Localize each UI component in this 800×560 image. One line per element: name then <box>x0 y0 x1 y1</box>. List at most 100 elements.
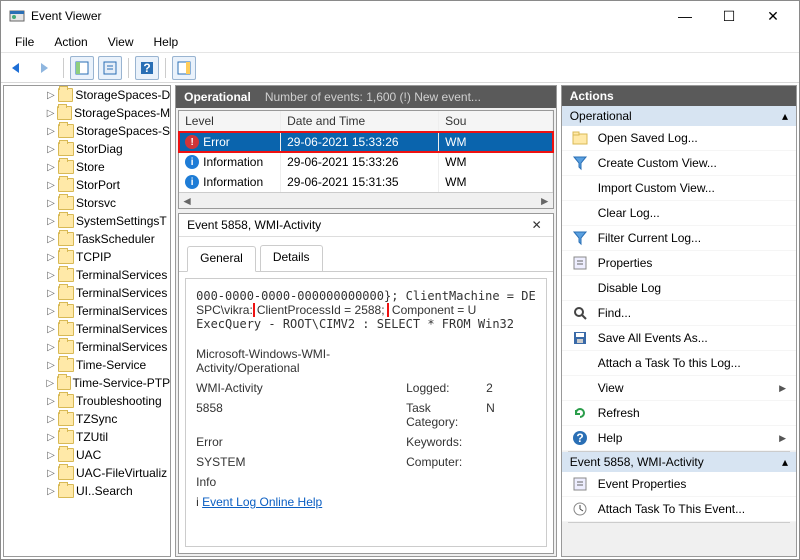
menu-view[interactable]: View <box>98 33 144 51</box>
tree-item[interactable]: ▷ UAC-FileVirtualiz <box>4 464 170 482</box>
blank-icon <box>572 280 588 296</box>
action-item[interactable]: ? Help ▶ <box>562 426 796 451</box>
event-row[interactable]: iInformation 29-06-2021 15:33:26 WM <box>179 152 553 172</box>
expand-icon[interactable]: ▷ <box>46 108 55 119</box>
event-log-online-help-link[interactable]: Event Log Online Help <box>202 495 322 509</box>
tree-item[interactable]: ▷ Time-Service <box>4 356 170 374</box>
expand-icon[interactable]: ▷ <box>46 198 56 209</box>
actions-section-header[interactable]: Operational▴ <box>562 106 796 126</box>
action-item[interactable]: Save All Events As... <box>562 326 796 351</box>
tree-item[interactable]: ▷ Troubleshooting <box>4 392 170 410</box>
expand-icon[interactable]: ▷ <box>46 180 56 191</box>
detail-close-button[interactable]: ✕ <box>529 218 545 232</box>
action-item[interactable]: Properties <box>562 251 796 276</box>
minimize-button[interactable]: — <box>663 2 707 30</box>
expand-icon[interactable]: ▷ <box>46 432 56 443</box>
expand-icon[interactable]: ▷ <box>46 324 56 335</box>
action-label: Properties <box>598 256 764 270</box>
action-item[interactable]: Refresh <box>562 401 796 426</box>
menu-file[interactable]: File <box>5 33 44 51</box>
tree-item[interactable]: ▷ Storsvc <box>4 194 170 212</box>
event-detail-panel: Event 5858, WMI-Activity ✕ General Detai… <box>178 213 554 554</box>
events-pane: Operational Number of events: 1,600 (!) … <box>175 85 557 557</box>
expand-icon[interactable]: ▷ <box>46 468 56 479</box>
scroll-right-icon[interactable]: ► <box>537 193 553 209</box>
actions-section-header[interactable]: Event 5858, WMI-Activity▴ <box>562 452 796 472</box>
tab-general[interactable]: General <box>187 246 256 272</box>
tree-item[interactable]: ▷ TerminalServices <box>4 284 170 302</box>
expand-icon[interactable]: ▷ <box>46 486 56 497</box>
tree-item[interactable]: ▷ StorageSpaces-S <box>4 122 170 140</box>
tree-item[interactable]: ▷ TerminalServices <box>4 338 170 356</box>
expand-icon[interactable]: ▷ <box>46 162 56 173</box>
tree-item[interactable]: ▷ TCPIP <box>4 248 170 266</box>
detail-field-row: Microsoft-Windows-WMI-Activity/Operation… <box>196 347 536 375</box>
expand-icon[interactable]: ▷ <box>46 306 56 317</box>
column-level[interactable]: Level <box>179 111 281 131</box>
action-item[interactable]: Disable Log <box>562 276 796 301</box>
back-button[interactable] <box>5 56 29 80</box>
tree-item[interactable]: ▷ UAC <box>4 446 170 464</box>
action-item[interactable]: Clear Log... <box>562 201 796 226</box>
tree-item[interactable]: ▷ StorageSpaces-M <box>4 104 170 122</box>
expand-icon[interactable]: ▷ <box>46 414 56 425</box>
expand-icon[interactable]: ▷ <box>46 360 56 371</box>
action-item[interactable]: View ▶ <box>562 376 796 401</box>
expand-icon[interactable]: ▷ <box>46 396 56 407</box>
help-toolbar-button[interactable]: ? <box>135 56 159 80</box>
tree-item[interactable]: ▷ SystemSettingsT <box>4 212 170 230</box>
menu-help[interactable]: Help <box>144 33 189 51</box>
tree-item[interactable]: ▷ Store <box>4 158 170 176</box>
expand-icon[interactable]: ▷ <box>46 126 56 137</box>
action-item[interactable]: Attach Task To This Event... <box>562 497 796 522</box>
tree-item[interactable]: ▷ TZSync <box>4 410 170 428</box>
tree-item[interactable]: ▷ TZUtil <box>4 428 170 446</box>
close-button[interactable]: ✕ <box>751 2 795 30</box>
forward-button[interactable] <box>33 56 57 80</box>
tab-details[interactable]: Details <box>260 245 323 271</box>
events-grid[interactable]: Level Date and Time Sou !Error 29-06-202… <box>178 110 554 209</box>
tree-item-label: TerminalServices <box>76 268 167 282</box>
action-item[interactable]: Filter Current Log... <box>562 226 796 251</box>
action-label: Disable Log <box>598 281 764 295</box>
tree-item[interactable]: ▷ UI..Search <box>4 482 170 500</box>
event-row[interactable]: !Error 29-06-2021 15:33:26 WM <box>179 132 553 152</box>
action-pane-toggle[interactable] <box>172 56 196 80</box>
scroll-left-icon[interactable]: ◄ <box>179 193 195 209</box>
expand-icon[interactable]: ▷ <box>46 378 55 389</box>
collapse-icon[interactable]: ▴ <box>774 109 788 123</box>
column-source[interactable]: Sou <box>439 111 553 131</box>
event-row[interactable]: iInformation 29-06-2021 15:31:35 WM <box>179 172 553 192</box>
expand-icon[interactable]: ▷ <box>46 270 56 281</box>
collapse-icon[interactable]: ▴ <box>774 455 788 469</box>
expand-icon[interactable]: ▷ <box>46 234 56 245</box>
menu-bar: File Action View Help <box>1 31 799 53</box>
expand-icon[interactable]: ▷ <box>46 216 56 227</box>
grid-horizontal-scrollbar[interactable]: ◄ ► <box>179 192 553 208</box>
action-item[interactable]: Find... <box>562 301 796 326</box>
expand-icon[interactable]: ▷ <box>46 144 56 155</box>
expand-icon[interactable]: ▷ <box>46 450 56 461</box>
expand-icon[interactable]: ▷ <box>46 252 56 263</box>
tree-item[interactable]: ▷ StorDiag <box>4 140 170 158</box>
tree-item[interactable]: ▷ TerminalServices <box>4 302 170 320</box>
tree-item[interactable]: ▷ Time-Service-PTP <box>4 374 170 392</box>
action-item[interactable]: Attach a Task To this Log... <box>562 351 796 376</box>
tree-item[interactable]: ▷ TerminalServices <box>4 320 170 338</box>
properties-toolbar-button[interactable] <box>98 56 122 80</box>
maximize-button[interactable]: ☐ <box>707 2 751 30</box>
column-date[interactable]: Date and Time <box>281 111 439 131</box>
action-item[interactable]: Import Custom View... <box>562 176 796 201</box>
action-item[interactable]: Create Custom View... <box>562 151 796 176</box>
expand-icon[interactable]: ▷ <box>46 342 56 353</box>
expand-icon[interactable]: ▷ <box>46 288 56 299</box>
tree-item[interactable]: ▷ TerminalServices <box>4 266 170 284</box>
show-tree-button[interactable] <box>70 56 94 80</box>
action-item[interactable]: Event Properties <box>562 472 796 497</box>
tree-item[interactable]: ▷ StorPort <box>4 176 170 194</box>
menu-action[interactable]: Action <box>44 33 97 51</box>
action-item[interactable]: Open Saved Log... <box>562 126 796 151</box>
expand-icon[interactable]: ▷ <box>46 90 56 101</box>
tree-item[interactable]: ▷ TaskScheduler <box>4 230 170 248</box>
tree-item[interactable]: ▷ StorageSpaces-D <box>4 86 170 104</box>
